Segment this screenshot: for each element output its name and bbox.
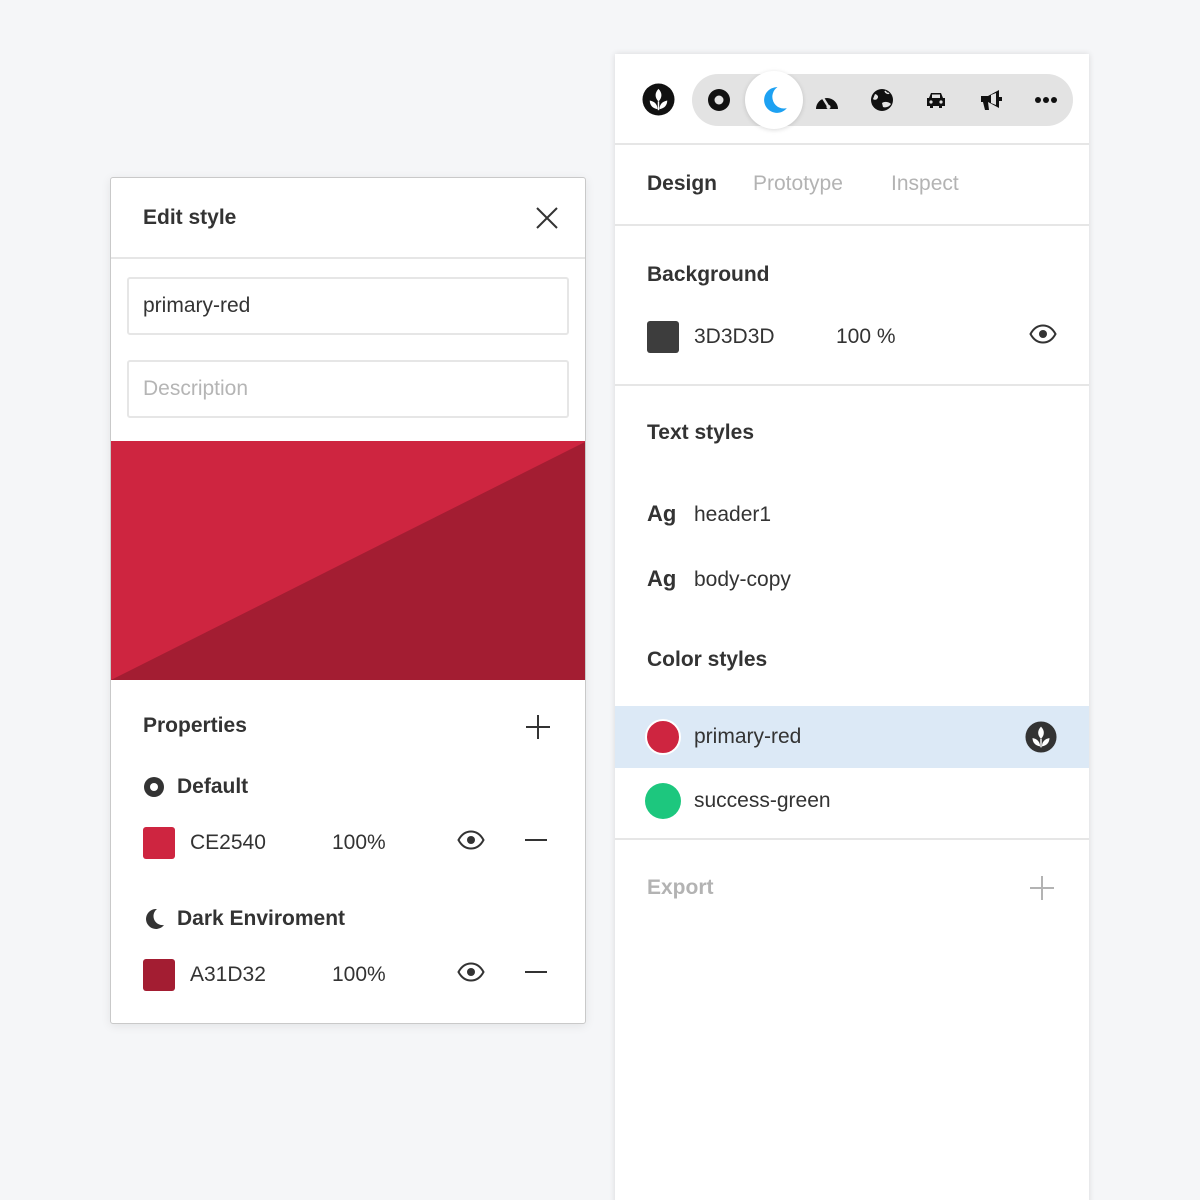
moon-icon xyxy=(764,87,787,113)
car-icon xyxy=(927,93,945,108)
color-preview xyxy=(111,441,585,680)
globe-icon xyxy=(871,89,893,111)
mode-dark-color-row: A31D32 100% xyxy=(143,959,553,991)
styles-section: Text styles Ag header1 Ag body-copy Colo… xyxy=(615,386,1089,840)
color-style-name: success-green xyxy=(694,789,831,812)
text-style-sample: Ag xyxy=(647,501,677,526)
text-style-item[interactable]: Ag header1 xyxy=(647,501,771,527)
add-export-button[interactable] xyxy=(1029,875,1055,901)
background-hex[interactable]: 3D3D3D xyxy=(694,325,836,349)
close-icon xyxy=(536,207,558,229)
properties-title: Properties xyxy=(143,714,247,737)
mode-name: Default xyxy=(177,775,249,798)
tab-inspect[interactable]: Inspect xyxy=(891,172,959,196)
edit-style-header: Edit style xyxy=(111,178,585,259)
background-swatch[interactable] xyxy=(647,321,679,353)
visibility-toggle[interactable] xyxy=(457,962,485,988)
color-swatch[interactable] xyxy=(143,959,175,991)
minus-icon xyxy=(525,971,547,973)
minus-icon xyxy=(525,839,547,841)
color-styles-title: Color styles xyxy=(647,648,768,671)
plus-icon xyxy=(1030,876,1054,900)
hex-value[interactable]: CE2540 xyxy=(190,831,332,855)
moon-icon xyxy=(146,908,164,929)
export-title: Export xyxy=(647,876,714,899)
eye-icon xyxy=(1029,324,1057,344)
background-row: 3D3D3D 100 % xyxy=(647,321,1057,353)
edit-style-panel: Edit style Properties Default CE2540 100… xyxy=(110,177,586,1024)
megaphone-icon xyxy=(981,90,1002,110)
mode-globe-button[interactable] xyxy=(855,74,909,126)
style-name-input[interactable] xyxy=(127,277,569,335)
text-style-item[interactable]: Ag body-copy xyxy=(647,566,791,592)
more-modes-button[interactable] xyxy=(1019,74,1073,126)
background-title: Background xyxy=(647,263,770,286)
mode-car-button[interactable] xyxy=(909,74,963,126)
mode-dark-button[interactable] xyxy=(745,71,803,129)
visibility-toggle[interactable] xyxy=(457,830,485,856)
mode-dark-label: Dark Enviroment xyxy=(143,907,345,931)
circle-dot-icon xyxy=(708,89,730,111)
color-style-name: primary-red xyxy=(694,725,802,748)
description-input[interactable] xyxy=(127,360,569,418)
mode-name: Dark Enviroment xyxy=(177,907,346,930)
mode-switcher xyxy=(692,71,1073,129)
design-panel: Design Prototype Inspect Background 3D3D… xyxy=(615,54,1089,1200)
plus-icon xyxy=(526,715,550,739)
text-style-name: body-copy xyxy=(694,568,791,591)
mode-default-color-row: CE2540 100% xyxy=(143,827,553,859)
mode-toolbar xyxy=(615,54,1089,145)
hex-value[interactable]: A31D32 xyxy=(190,963,332,987)
mode-speed-button[interactable] xyxy=(800,74,854,126)
background-section: Background 3D3D3D 100 % xyxy=(615,226,1089,386)
text-style-name: header1 xyxy=(694,503,772,526)
color-style-dot xyxy=(645,719,681,755)
color-style-item[interactable]: primary-red xyxy=(615,706,1089,768)
more-dots-icon xyxy=(1035,97,1057,103)
panel-tabs: Design Prototype Inspect xyxy=(615,145,1089,226)
tab-design[interactable]: Design xyxy=(647,172,717,196)
color-swatch[interactable] xyxy=(143,827,175,859)
eye-icon xyxy=(457,830,485,850)
remove-mode-button[interactable] xyxy=(524,830,548,856)
text-styles-title: Text styles xyxy=(647,421,754,444)
edit-style-title: Edit style xyxy=(143,206,237,229)
text-style-sample: Ag xyxy=(647,566,677,591)
speedometer-icon xyxy=(816,96,838,109)
mode-announce-button[interactable] xyxy=(964,74,1018,126)
opacity-value[interactable]: 100% xyxy=(332,963,452,987)
tab-prototype[interactable]: Prototype xyxy=(753,172,843,196)
background-visibility-toggle[interactable] xyxy=(1029,324,1057,350)
mode-default-button[interactable] xyxy=(692,74,746,126)
remove-mode-button[interactable] xyxy=(524,962,548,988)
close-button[interactable] xyxy=(535,206,559,230)
color-style-dot xyxy=(645,783,681,819)
export-section: Export xyxy=(615,840,1089,940)
leaf-library-icon xyxy=(1025,721,1057,753)
add-property-button[interactable] xyxy=(525,714,551,740)
opacity-value[interactable]: 100% xyxy=(332,831,452,855)
circle-dot-icon xyxy=(144,777,164,797)
mode-default-label: Default xyxy=(143,775,248,799)
eye-icon xyxy=(457,962,485,982)
leaf-logo-icon[interactable] xyxy=(642,83,675,116)
background-opacity[interactable]: 100 % xyxy=(836,325,956,349)
color-style-item[interactable]: success-green xyxy=(615,770,1089,832)
